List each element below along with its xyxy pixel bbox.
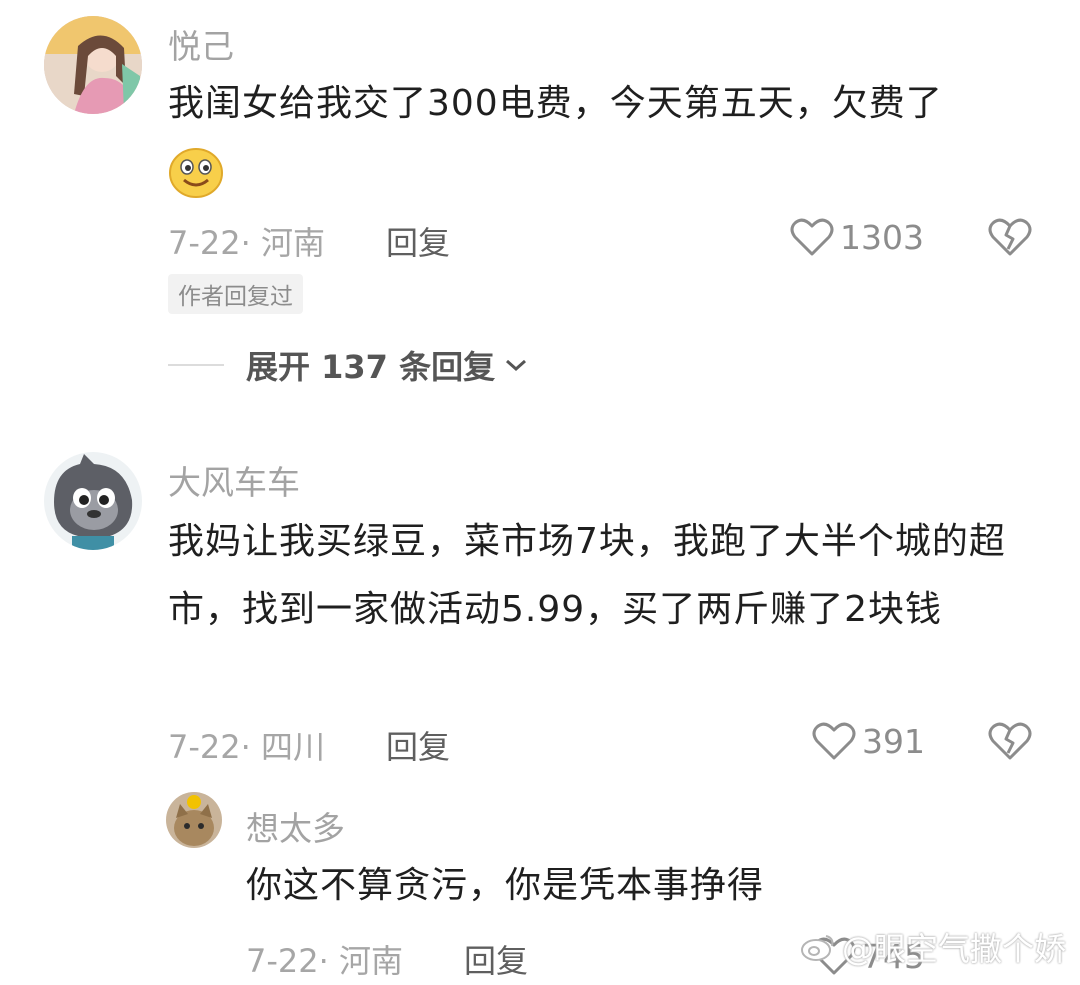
like-count: 1303 [840,217,924,257]
reply-button[interactable]: 回复 [386,722,450,768]
comment-date-location: 7-22· 四川 [168,728,325,766]
avatar[interactable] [166,792,222,848]
reply-button[interactable]: 回复 [464,936,528,982]
username[interactable]: 大风车车 [168,456,300,504]
avatar[interactable] [44,16,142,114]
comment-text: 我闺女给我交了300电费，今天第五天，欠费了 [168,83,943,124]
broken-heart-icon [988,722,1032,760]
divider [168,364,224,366]
reply-button[interactable]: 回复 [386,218,450,264]
dislike-button[interactable] [988,721,1032,765]
dislike-button[interactable] [988,217,1032,261]
like-button[interactable]: 391 [812,721,925,761]
avatar[interactable] [44,452,142,550]
username[interactable]: 悦己 [168,20,234,68]
expand-replies-button[interactable]: 展开 137 条回复 [168,342,531,388]
smiley-emoji-icon [168,146,224,198]
comment-text: 我妈让我买绿豆，菜市场7块，我跑了大半个城的超市，找到一家做活动5.99，买了两… [168,521,1006,630]
chevron-down-icon [506,359,527,372]
username[interactable]: 想太多 [246,802,345,850]
expand-replies-label: 展开 137 条回复 [246,348,496,386]
reply-text: 你这不算贪污，你是凭本事挣得 [246,865,765,906]
like-count: 391 [862,721,925,761]
watermark: @眼空气撒个娇 [800,924,1066,970]
comment-date-location: 7-22· 河南 [168,224,325,262]
watermark-text: @眼空气撒个娇 [842,930,1067,968]
author-replied-badge: 作者回复过 [168,274,303,314]
reply-date-location: 7-22· 河南 [246,942,403,980]
heart-outline-icon [790,218,834,256]
broken-heart-icon [988,218,1032,256]
like-button[interactable]: 1303 [790,217,924,257]
heart-outline-icon [812,722,856,760]
weibo-logo-icon [801,935,834,961]
